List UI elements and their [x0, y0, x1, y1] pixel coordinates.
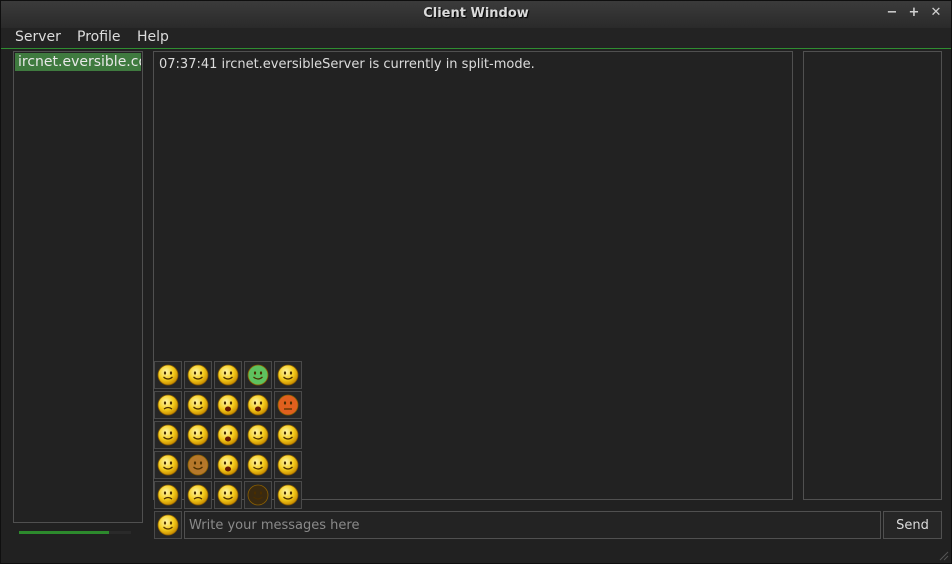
smiley-icon — [157, 514, 179, 536]
surprised-icon — [217, 454, 239, 476]
emoji-surprised[interactable] — [214, 451, 242, 479]
menu-profile[interactable]: Profile — [77, 28, 121, 46]
monkey-icon — [187, 454, 209, 476]
message-input[interactable] — [184, 511, 881, 539]
scared-icon — [247, 394, 269, 416]
cry-icon — [217, 394, 239, 416]
tongue-icon — [187, 424, 209, 446]
connection-progress — [19, 531, 131, 534]
emoji-kiss[interactable] — [154, 451, 182, 479]
emoji-love[interactable] — [244, 451, 272, 479]
wink-icon — [277, 424, 299, 446]
emoji-grin[interactable] — [184, 361, 212, 389]
devil-icon — [247, 484, 269, 506]
emoji-monkey[interactable] — [184, 451, 212, 479]
emoji-devil[interactable] — [244, 481, 272, 509]
emoji-tongue[interactable] — [184, 421, 212, 449]
maximize-icon[interactable]: + — [907, 6, 921, 20]
sick-icon — [247, 364, 269, 386]
emoji-picker — [154, 361, 304, 511]
resize-grip-icon[interactable] — [937, 549, 949, 561]
emoji-toggle-button[interactable] — [154, 511, 182, 539]
minimize-icon[interactable]: − — [885, 6, 899, 20]
blush-icon — [277, 364, 299, 386]
menu-help[interactable]: Help — [137, 28, 169, 46]
crazy-icon — [217, 484, 239, 506]
shy-icon — [277, 454, 299, 476]
emoji-shout[interactable] — [214, 421, 242, 449]
sad-icon — [157, 394, 179, 416]
emoji-scared[interactable] — [244, 391, 272, 419]
emoji-worried[interactable] — [184, 481, 212, 509]
progress-fill — [19, 531, 109, 534]
glasses-icon — [217, 364, 239, 386]
shout-icon — [217, 424, 239, 446]
emoji-wink[interactable] — [274, 421, 302, 449]
tears-icon — [157, 484, 179, 506]
client-window: Client Window − + ✕ Server Profile Help … — [0, 0, 952, 564]
user-list[interactable] — [803, 51, 942, 500]
emoji-glasses[interactable] — [214, 361, 242, 389]
close-icon[interactable]: ✕ — [929, 6, 943, 20]
title-bar[interactable]: Client Window − + ✕ — [1, 1, 951, 28]
emoji-smile[interactable] — [154, 361, 182, 389]
menu-bar: Server Profile Help — [1, 28, 951, 49]
emoji-sad[interactable] — [154, 391, 182, 419]
emoji-crazy[interactable] — [214, 481, 242, 509]
smile-icon — [157, 364, 179, 386]
emoji-dizzy[interactable] — [244, 421, 272, 449]
angry-icon — [277, 394, 299, 416]
emoji-teeth[interactable] — [154, 421, 182, 449]
love-icon — [247, 454, 269, 476]
grin-icon — [187, 364, 209, 386]
server-item-ircnet[interactable]: ircnet.eversible.com — [15, 53, 141, 71]
menu-server[interactable]: Server — [15, 28, 61, 46]
emoji-angel[interactable] — [274, 481, 302, 509]
emoji-sick[interactable] — [244, 361, 272, 389]
angel-icon — [277, 484, 299, 506]
emoji-tears[interactable] — [154, 481, 182, 509]
confused-icon — [187, 394, 209, 416]
kiss-icon — [157, 454, 179, 476]
window-title: Client Window — [423, 6, 529, 21]
emoji-confused[interactable] — [184, 391, 212, 419]
emoji-cry[interactable] — [214, 391, 242, 419]
chat-message: 07:37:41 ircnet.eversibleServer is curre… — [159, 57, 535, 72]
emoji-blush[interactable] — [274, 361, 302, 389]
emoji-shy[interactable] — [274, 451, 302, 479]
send-button[interactable]: Send — [883, 511, 942, 539]
teeth-icon — [157, 424, 179, 446]
dizzy-icon — [247, 424, 269, 446]
server-list[interactable]: ircnet.eversible.com — [13, 51, 143, 523]
worried-icon — [187, 484, 209, 506]
emoji-angry[interactable] — [274, 391, 302, 419]
